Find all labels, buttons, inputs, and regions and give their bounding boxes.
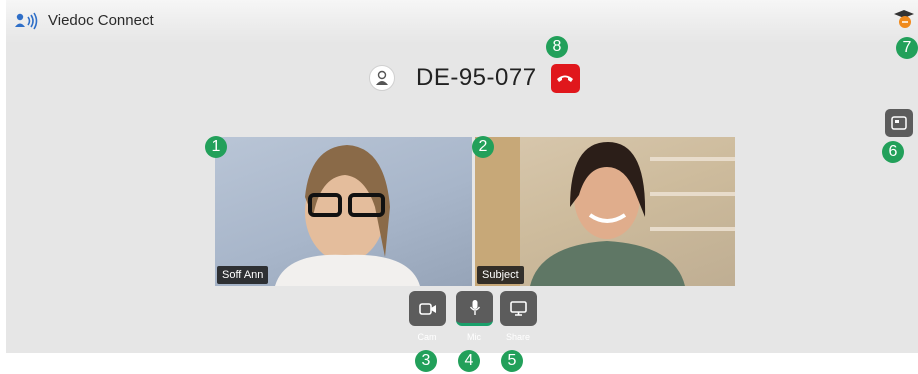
picture-in-picture-button[interactable] — [885, 109, 913, 137]
microphone-toggle-button[interactable] — [456, 291, 493, 326]
graduation-cap-help-icon[interactable] — [893, 8, 915, 30]
callout-badge-8: 8 — [546, 36, 568, 58]
person-avatar-icon — [369, 65, 395, 91]
phone-hangup-icon — [557, 75, 574, 82]
video-camera-icon — [418, 302, 436, 315]
camera-label: Cam — [417, 332, 437, 342]
app-title: Viedoc Connect — [48, 12, 154, 29]
callout-badge-7: 7 — [896, 37, 918, 59]
call-header: DE-95-077 — [369, 62, 580, 94]
callout-badge-4: 4 — [458, 350, 480, 372]
camera-toggle-button[interactable] — [409, 291, 446, 326]
participant-video-image — [275, 145, 420, 286]
callout-badge-5: 5 — [501, 350, 523, 372]
subject-video-tile: Subject — [475, 137, 735, 286]
microphone-label: Mic — [467, 332, 481, 342]
top-bar: Viedoc Connect — [6, 0, 918, 44]
monitor-share-icon — [510, 301, 527, 316]
share-screen-button[interactable] — [500, 291, 537, 326]
participant-name-label: Soff Ann — [217, 266, 269, 284]
share-label: Share — [505, 332, 531, 342]
hangup-button[interactable] — [550, 63, 580, 93]
callout-badge-2: 2 — [472, 136, 494, 158]
subject-name-label: Subject — [477, 266, 524, 284]
participant-video-tile: Soff Ann — [215, 137, 472, 286]
speaker-person-icon — [15, 12, 38, 30]
subject-video-image — [475, 137, 735, 286]
video-call-app: Viedoc Connect DE-95-077 Soff Ann Subjec… — [6, 0, 918, 353]
callout-badge-3: 3 — [415, 350, 437, 372]
callout-badge-6: 6 — [882, 141, 904, 163]
subject-id: DE-95-077 — [416, 64, 537, 91]
microphone-icon — [469, 299, 480, 315]
picture-in-picture-icon — [891, 116, 907, 130]
callout-badge-1: 1 — [205, 136, 227, 158]
